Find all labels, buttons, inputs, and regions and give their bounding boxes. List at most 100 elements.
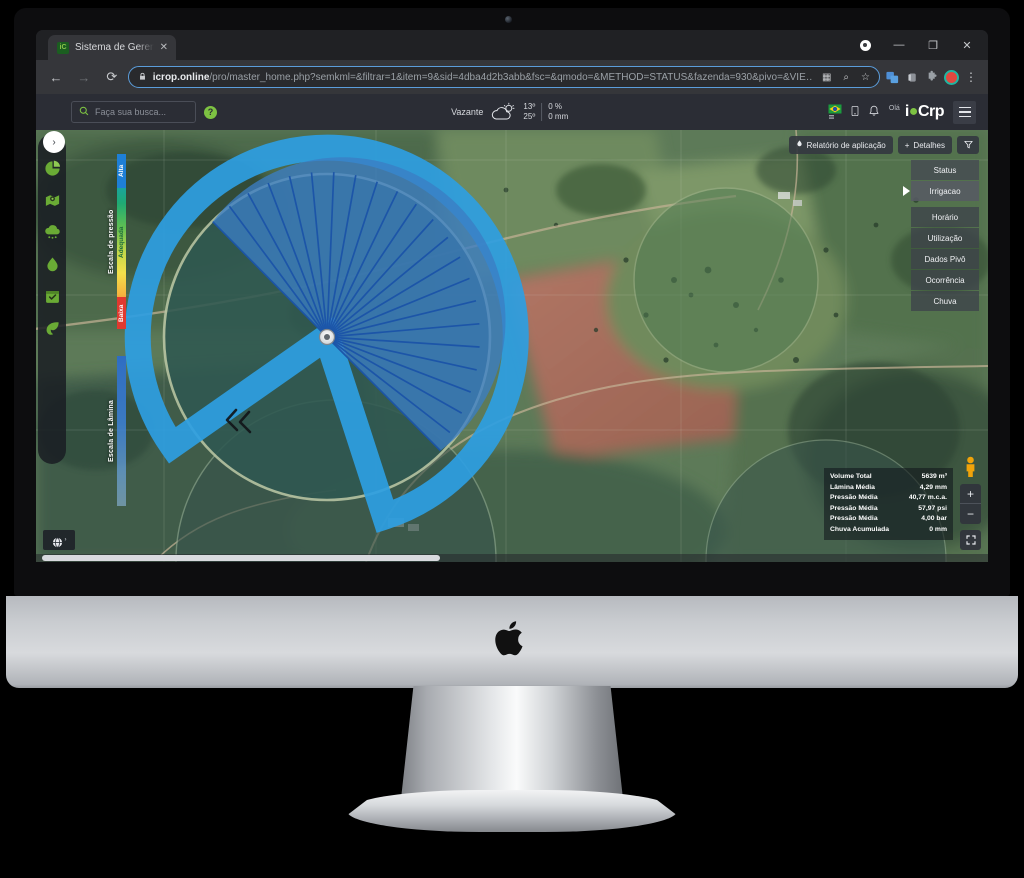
water-drop-icon bbox=[796, 140, 803, 150]
stat-label: Lâmina Média bbox=[830, 483, 875, 491]
scrollbar-thumb[interactable] bbox=[42, 555, 440, 561]
street-view-pegman-icon[interactable] bbox=[964, 456, 977, 478]
stat-label: Volume Total bbox=[830, 473, 872, 480]
forward-button[interactable]: → bbox=[72, 65, 96, 89]
omnibox-row: ← → ⟳ icrop.online/pro/master_home.php?s… bbox=[36, 60, 988, 94]
weather-temperatures: 13º 25º bbox=[523, 102, 535, 122]
report-button-label: Relatório de aplicação bbox=[806, 140, 886, 150]
browser-tab[interactable]: iC Sistema de Geren ✕ bbox=[48, 35, 176, 60]
weather-precip-amount: 0 mm bbox=[548, 112, 569, 121]
url-text: icrop.online/pro/master_home.php?semkml=… bbox=[152, 71, 813, 83]
search-input[interactable] bbox=[95, 107, 188, 117]
rail-toggle-button[interactable]: › bbox=[43, 131, 65, 153]
icrop-logo[interactable]: i●Crp bbox=[905, 103, 945, 121]
webcam-icon bbox=[505, 16, 512, 23]
stat-value: 40,77 m.c.a. bbox=[908, 494, 947, 501]
address-bar[interactable]: icrop.online/pro/master_home.php?semkml=… bbox=[127, 66, 880, 88]
stat-value: 4,29 mm bbox=[919, 483, 947, 491]
stat-label: Chuva Acumulada bbox=[830, 525, 890, 533]
window-controls: — ❐ ✕ bbox=[848, 30, 984, 60]
plus-icon: + bbox=[904, 140, 910, 150]
back-button[interactable]: ← bbox=[44, 65, 68, 89]
pressure-label-mid: Adequada bbox=[118, 226, 125, 258]
header-right-actions: Olá i●Crp bbox=[828, 100, 988, 124]
divider bbox=[541, 103, 543, 121]
stat-row: Volume Total 5639 m³ bbox=[830, 472, 947, 483]
minimize-button[interactable]: — bbox=[882, 30, 916, 60]
apple-logo-icon bbox=[495, 621, 523, 656]
water-drop-icon[interactable] bbox=[44, 256, 61, 273]
leaf-accent-icon: ● bbox=[908, 103, 919, 120]
leaf-icon[interactable] bbox=[44, 320, 61, 337]
menu-item-irrigacao[interactable]: Irrigacao bbox=[911, 181, 979, 201]
menu-item-status[interactable]: Status bbox=[911, 160, 979, 180]
bookmark-star-icon[interactable]: ☆ bbox=[858, 72, 873, 83]
globe-icon bbox=[52, 535, 63, 547]
stat-row: Chuva Acumulada 0 mm bbox=[830, 525, 947, 536]
chrome-menu-icon[interactable]: ⋮ bbox=[962, 70, 980, 84]
window-close-button[interactable]: ✕ bbox=[950, 30, 984, 60]
search-box[interactable] bbox=[71, 101, 196, 123]
horizontal-scrollbar[interactable] bbox=[36, 554, 988, 562]
avatar[interactable] bbox=[943, 69, 959, 85]
zoom-in-button[interactable]: + bbox=[960, 484, 981, 504]
greeting-label: Olá bbox=[888, 104, 900, 112]
hamburger-menu-icon[interactable] bbox=[953, 100, 976, 124]
cloud-sun-icon bbox=[489, 102, 517, 122]
extension-toolbar: ⋮ bbox=[884, 69, 980, 86]
fullscreen-button[interactable] bbox=[960, 530, 981, 550]
calendar-icon[interactable] bbox=[44, 288, 61, 305]
app-viewport: ? Vazante bbox=[36, 94, 988, 562]
stat-row: Lâmina Média 4,29 mm bbox=[830, 483, 947, 494]
pressure-label-low: Baixa bbox=[117, 297, 126, 329]
stat-row: Pressão Média 40,77 m.c.a. bbox=[830, 493, 947, 504]
extension-grey-icon[interactable] bbox=[904, 69, 921, 86]
map-toolbar: Relatório de aplicação + Detalhes bbox=[788, 136, 979, 154]
zoom-out-button[interactable]: − bbox=[960, 504, 981, 524]
maximize-button[interactable]: ❐ bbox=[916, 30, 950, 60]
menu-item-ocorrencia[interactable]: Ocorrência bbox=[911, 270, 979, 290]
weather-widget: Vazante 13º 25º 0 % 0 mm bbox=[451, 102, 568, 122]
chevron-right-icon: › bbox=[64, 537, 67, 543]
browser-window: iC Sistema de Geren ✕ — ❐ ✕ ← → ⟳ icrop.… bbox=[36, 30, 988, 562]
imac-chin bbox=[6, 596, 1018, 688]
stat-label: Pressão Média bbox=[830, 515, 878, 522]
zoom-controls: + − bbox=[960, 484, 981, 524]
details-button-label: Detalhes bbox=[913, 140, 945, 150]
page-search-icon[interactable]: ⌕ bbox=[840, 72, 852, 83]
stat-value: 0 mm bbox=[929, 525, 947, 533]
details-button[interactable]: + Detalhes bbox=[897, 136, 952, 154]
profile-button[interactable] bbox=[848, 30, 882, 60]
lamina-legend-title: Escala de Lâmina bbox=[108, 400, 115, 462]
logo-main: Cr bbox=[917, 103, 935, 120]
lamina-gradient-bar bbox=[117, 356, 126, 506]
cloud-rain-icon[interactable] bbox=[44, 224, 61, 241]
brazil-flag-icon[interactable] bbox=[828, 104, 842, 120]
lock-icon bbox=[138, 72, 147, 83]
extension-blue-icon[interactable] bbox=[884, 69, 901, 86]
search-icon bbox=[79, 106, 89, 119]
stat-value: 4,00 bar bbox=[921, 515, 947, 522]
map-canvas[interactable]: › Escala de pressão Alta Adequada Baixa … bbox=[36, 130, 988, 562]
close-icon[interactable]: ✕ bbox=[160, 42, 168, 53]
filter-button[interactable] bbox=[957, 136, 979, 154]
pressure-legend-title: Escala de pressão bbox=[108, 209, 115, 274]
application-report-button[interactable]: Relatório de aplicação bbox=[788, 136, 893, 154]
weather-precipitation: 0 % 0 mm bbox=[548, 102, 568, 122]
imac-mockup: iC Sistema de Geren ✕ — ❐ ✕ ← → ⟳ icrop.… bbox=[0, 0, 1024, 878]
menu-item-utilizacao[interactable]: Utilização bbox=[911, 228, 979, 248]
phone-icon[interactable] bbox=[851, 105, 859, 120]
qr-code-icon[interactable]: ▦ bbox=[819, 72, 834, 83]
pie-chart-icon[interactable] bbox=[44, 160, 61, 177]
menu-item-chuva[interactable]: Chuva bbox=[911, 291, 979, 311]
left-icon-rail: › bbox=[38, 131, 66, 464]
map-layer-button[interactable]: › bbox=[43, 530, 75, 550]
reload-button[interactable]: ⟳ bbox=[100, 65, 124, 89]
bell-icon[interactable] bbox=[868, 105, 880, 120]
extensions-puzzle-icon[interactable] bbox=[924, 69, 941, 86]
pressure-gradient-bar: Alta Adequada Baixa bbox=[117, 154, 126, 329]
menu-item-dados-pivo[interactable]: Dados Pivô bbox=[911, 249, 979, 269]
map-pin-icon[interactable] bbox=[44, 192, 61, 209]
help-icon[interactable]: ? bbox=[204, 105, 217, 119]
menu-item-horario[interactable]: Horário bbox=[911, 207, 979, 227]
